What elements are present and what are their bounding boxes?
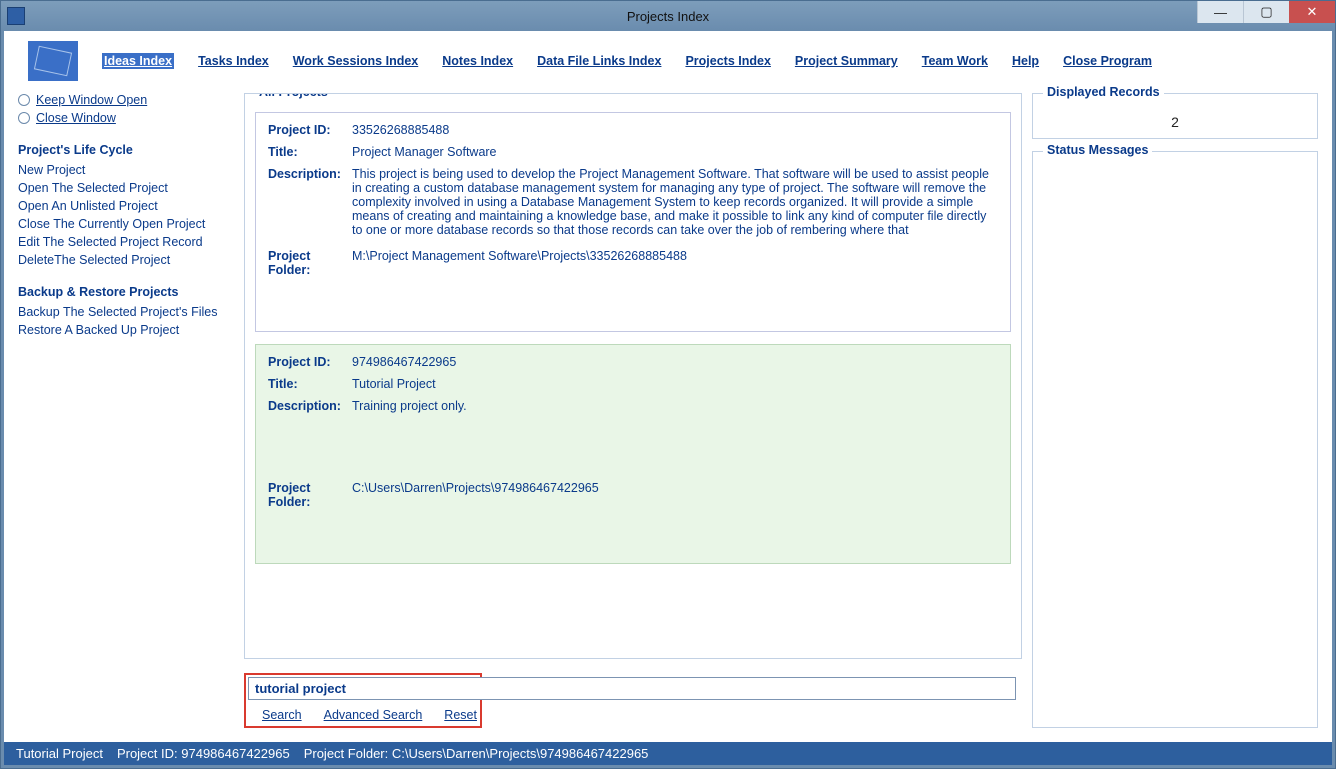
- description-label: Description:: [268, 399, 352, 473]
- delete-selected-project-link[interactable]: DeleteThe Selected Project: [18, 253, 234, 267]
- radio-icon: [18, 94, 30, 106]
- close-current-project-link[interactable]: Close The Currently Open Project: [18, 217, 234, 231]
- backup-selected-files-link[interactable]: Backup The Selected Project's Files: [18, 305, 234, 319]
- backup-restore-header: Backup & Restore Projects: [18, 285, 234, 299]
- titlebar: Projects Index — ▢ ✕: [1, 1, 1335, 31]
- menu-tasks-index[interactable]: Tasks Index: [198, 54, 269, 68]
- search-area: Search Advanced Search Reset: [244, 659, 1022, 728]
- advanced-search-button[interactable]: Advanced Search: [324, 708, 423, 722]
- folder-label: Project Folder:: [268, 481, 352, 545]
- project-record[interactable]: Project ID:33526268885488Title:Project M…: [255, 112, 1011, 332]
- project-id-label: Project ID:: [268, 355, 352, 369]
- menu-data-file-links-index[interactable]: Data File Links Index: [537, 54, 661, 68]
- records-list: Project ID:33526268885488Title:Project M…: [255, 112, 1011, 564]
- menu-work-sessions-index[interactable]: Work Sessions Index: [293, 54, 419, 68]
- description-label: Description:: [268, 167, 352, 241]
- close-button[interactable]: ✕: [1289, 1, 1335, 23]
- folder-label: Project Folder:: [268, 249, 352, 313]
- content-area: Ideas Index Tasks Index Work Sessions In…: [1, 31, 1335, 742]
- right-panel: Displayed Records 2 Status Messages: [1032, 93, 1318, 728]
- menubar: Ideas Index Tasks Index Work Sessions In…: [4, 41, 1332, 89]
- menu-help[interactable]: Help: [1012, 54, 1039, 68]
- status-project-id: Project ID: 974986467422965: [117, 746, 290, 761]
- radio-icon: [18, 112, 30, 124]
- displayed-records-title: Displayed Records: [1043, 85, 1164, 99]
- open-selected-project-link[interactable]: Open The Selected Project: [18, 181, 234, 195]
- menu-project-summary[interactable]: Project Summary: [795, 54, 898, 68]
- reset-search-button[interactable]: Reset: [444, 708, 477, 722]
- project-id-value: 33526268885488: [352, 123, 998, 137]
- search-input[interactable]: [248, 677, 1016, 700]
- app-window: Projects Index — ▢ ✕ Ideas Index Tasks I…: [0, 0, 1336, 769]
- main-panel: All Projects Project ID:33526268885488Ti…: [244, 93, 1022, 728]
- edit-selected-project-link[interactable]: Edit The Selected Project Record: [18, 235, 234, 249]
- status-messages-group: Status Messages: [1032, 151, 1318, 728]
- statusbar: Tutorial Project Project ID: 97498646742…: [1, 742, 1335, 768]
- menu-close-program[interactable]: Close Program: [1063, 54, 1152, 68]
- folder-value: M:\Project Management Software\Projects\…: [352, 249, 998, 313]
- window-controls: — ▢ ✕: [1197, 1, 1335, 23]
- project-record[interactable]: Project ID:974986467422965Title:Tutorial…: [255, 344, 1011, 564]
- menu-team-work[interactable]: Team Work: [922, 54, 988, 68]
- keep-window-open-label: Keep Window Open: [36, 93, 147, 107]
- project-id-value: 974986467422965: [352, 355, 998, 369]
- menu-notes-index[interactable]: Notes Index: [442, 54, 513, 68]
- search-highlight-box: Search Advanced Search Reset: [244, 673, 482, 728]
- title-value: Tutorial Project: [352, 377, 998, 391]
- displayed-records-value: 2: [1043, 112, 1307, 130]
- logo-icon: [28, 41, 78, 81]
- body: Keep Window Open Close Window Project's …: [4, 89, 1332, 728]
- search-button[interactable]: Search: [262, 708, 302, 722]
- status-project-folder: Project Folder: C:\Users\Darren\Projects…: [304, 746, 649, 761]
- all-projects-group: All Projects Project ID:33526268885488Ti…: [244, 93, 1022, 659]
- project-id-label: Project ID:: [268, 123, 352, 137]
- menu-projects-index[interactable]: Projects Index: [685, 54, 770, 68]
- title-label: Title:: [268, 377, 352, 391]
- title-label: Title:: [268, 145, 352, 159]
- status-messages-title: Status Messages: [1043, 143, 1152, 157]
- sidebar: Keep Window Open Close Window Project's …: [18, 93, 234, 728]
- menu-ideas-index[interactable]: Ideas Index: [102, 53, 174, 69]
- description-value: This project is being used to develop th…: [352, 167, 998, 241]
- all-projects-title: All Projects: [255, 93, 332, 99]
- close-window-option[interactable]: Close Window: [18, 111, 234, 125]
- new-project-link[interactable]: New Project: [18, 163, 234, 177]
- open-unlisted-project-link[interactable]: Open An Unlisted Project: [18, 199, 234, 213]
- life-cycle-header: Project's Life Cycle: [18, 143, 234, 157]
- status-project-name: Tutorial Project: [16, 746, 103, 761]
- window-title: Projects Index: [1, 9, 1335, 24]
- description-value: Training project only.: [352, 399, 998, 473]
- minimize-button[interactable]: —: [1197, 1, 1243, 23]
- restore-backup-link[interactable]: Restore A Backed Up Project: [18, 323, 234, 337]
- folder-value: C:\Users\Darren\Projects\974986467422965: [352, 481, 998, 545]
- title-value: Project Manager Software: [352, 145, 998, 159]
- maximize-button[interactable]: ▢: [1243, 1, 1289, 23]
- displayed-records-group: Displayed Records 2: [1032, 93, 1318, 139]
- close-window-label: Close Window: [36, 111, 116, 125]
- keep-window-open-option[interactable]: Keep Window Open: [18, 93, 234, 107]
